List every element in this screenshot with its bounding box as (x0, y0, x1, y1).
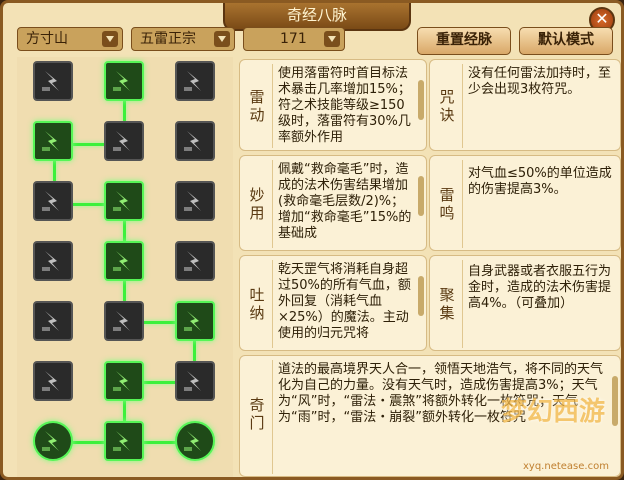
divider (272, 360, 273, 474)
thunder-man-icon (42, 251, 59, 271)
skill-label: 吐纳 (249, 286, 265, 322)
divider (272, 260, 273, 348)
skill-desc: 对气血≤50%的单位造成的伤害提高3%。 (468, 166, 612, 197)
skill-label: 雷动 (249, 88, 265, 124)
skill-panel-4[interactable]: 雷鸣 对气血≤50%的单位造成的伤害提高3%。 (429, 155, 621, 251)
school-value: 方寸山 (26, 31, 68, 47)
skill-desc: 乾天罡气将消耗自身超过50%的所有气血，额外回复（消耗气血×25%）的魔法。主动… (278, 262, 411, 341)
chevron-down-icon (324, 31, 340, 47)
skill-desc: 没有任何雷法加持时，至少会出现3枚符咒。 (468, 66, 612, 97)
zigzag-talisman-icon (184, 71, 201, 91)
chain-lock-icon (184, 131, 201, 151)
skill-desc: 自身武器或者衣服五行为金时，造成的法术伤害提高4%。（可叠加） (468, 264, 612, 311)
divider (462, 160, 463, 248)
level-value: 171 (280, 31, 307, 47)
divider (462, 260, 463, 348)
triple-arrow-icon (42, 311, 59, 331)
node-r5-c3[interactable] (175, 301, 215, 341)
node-r1-c2[interactable] (104, 61, 144, 101)
spiral-ring-icon (184, 311, 201, 331)
skill-panel-3[interactable]: 妙用 佩戴“救命毫毛”时，造成的法术伤害结果增加(救命毫毛层数/2)%；增加“救… (239, 155, 427, 251)
shattered-block-icon (113, 131, 130, 151)
node-r7-c1[interactable] (33, 421, 73, 461)
node-r2-c1[interactable] (33, 121, 73, 161)
skill-label: 雷鸣 (439, 186, 455, 222)
branch-value: 五雷正宗 (140, 31, 196, 47)
node-r2-c2[interactable] (104, 121, 144, 161)
swirl-flame-icon (113, 191, 130, 211)
green-talisman-icon (42, 131, 59, 151)
path-segment (123, 401, 126, 423)
scrollbar[interactable] (418, 80, 424, 120)
lightning-figure-icon (42, 71, 59, 91)
watermark-url: xyq.netease.com (523, 461, 609, 472)
branch-dropdown[interactable]: 五雷正宗 (131, 27, 235, 51)
skill-label: 妙用 (249, 186, 265, 222)
node-r6-c3[interactable] (175, 361, 215, 401)
dark-swirl-icon (184, 371, 201, 391)
node-r4-c2[interactable] (104, 241, 144, 281)
meridian-window: 奇经八脉 ✕ 方寸山 五雷正宗 171 重置经脉 默认模式 雷动 使用落雷符时首… (0, 0, 624, 480)
level-dropdown[interactable]: 171 (243, 27, 345, 51)
node-r6-c2[interactable] (104, 361, 144, 401)
hooded-figure-icon (113, 431, 130, 451)
taiji-scroll-icon (184, 251, 201, 271)
skill-panel-1[interactable]: 雷动 使用落雷符时首目标法术暴击几率增加15%；符之术技能等级≥150级时，落雷… (239, 59, 427, 151)
node-r7-c2[interactable] (104, 421, 144, 461)
down-arrow-burst-icon (113, 251, 130, 271)
scrollbar[interactable] (418, 276, 424, 316)
node-r3-c3[interactable] (175, 181, 215, 221)
scrollbar[interactable] (418, 176, 424, 216)
reset-meridian-button[interactable]: 重置经脉 (417, 27, 511, 55)
talisman-strike-icon (113, 71, 130, 91)
node-r7-c3[interactable] (175, 421, 215, 461)
chevron-down-icon (214, 31, 230, 47)
node-r4-c3[interactable] (175, 241, 215, 281)
node-r3-c1[interactable] (33, 181, 73, 221)
feather-icon (184, 191, 201, 211)
skill-label: 咒诀 (439, 88, 455, 124)
skill-label: 奇门 (249, 396, 265, 432)
node-r5-c1[interactable] (33, 301, 73, 341)
node-r6-c1[interactable] (33, 361, 73, 401)
skill-desc: 使用落雷符时首目标法术暴击几率增加15%；符之术技能等级≥150级时，落雷符有3… (278, 66, 411, 145)
dragon-orb-icon (42, 431, 59, 451)
divider (272, 64, 273, 148)
skill-panel-5[interactable]: 吐纳 乾天罡气将消耗自身超过50%的所有气血，额外回复（消耗气血×25%）的魔法… (239, 255, 427, 351)
node-r1-c3[interactable] (175, 61, 215, 101)
fanned-cards-icon (42, 371, 59, 391)
divider (462, 64, 463, 148)
node-r1-c1[interactable] (33, 61, 73, 101)
node-r5-c2[interactable] (104, 301, 144, 341)
skill-label: 聚集 (439, 286, 455, 322)
node-r4-c1[interactable] (33, 241, 73, 281)
skill-desc: 佩戴“救命毫毛”时，造成的法术伤害结果增加(救命毫毛层数/2)%；增加“救命毫毛… (278, 162, 412, 241)
skill-panel-2[interactable]: 咒诀 没有任何雷法加持时，至少会出现3枚符咒。 (429, 59, 621, 151)
node-r2-c3[interactable] (175, 121, 215, 161)
thunder-cloud-icon (42, 191, 59, 211)
divider (272, 160, 273, 248)
green-cards-icon (113, 371, 130, 391)
node-r3-c2[interactable] (104, 181, 144, 221)
default-mode-button[interactable]: 默认模式 (519, 27, 613, 55)
river-flow-icon (113, 311, 130, 331)
dragon-orb-icon (184, 431, 201, 451)
school-dropdown[interactable]: 方寸山 (17, 27, 123, 51)
skill-panel-6[interactable]: 聚集 自身武器或者衣服五行为金时，造成的法术伤害提高4%。（可叠加） (429, 255, 621, 351)
chevron-down-icon (102, 31, 118, 47)
